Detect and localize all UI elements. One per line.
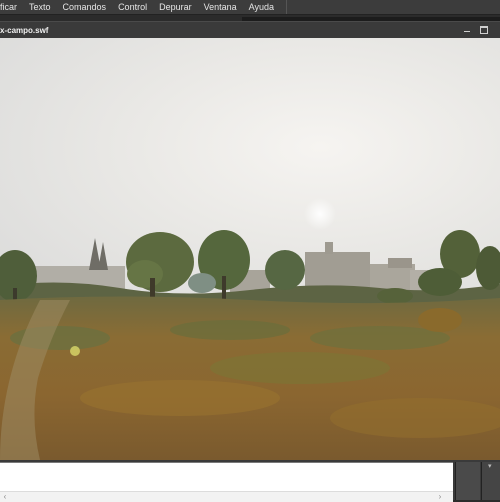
menu-texto[interactable]: Texto <box>23 0 57 14</box>
menu-modificar[interactable]: ificar <box>0 0 23 14</box>
restore-icon <box>480 26 488 34</box>
menu-ventana[interactable]: Ventana <box>198 0 243 14</box>
restore-button[interactable] <box>478 25 490 35</box>
scroll-right-icon[interactable]: › <box>435 492 445 502</box>
swf-stage[interactable] <box>0 38 500 460</box>
minimize-button[interactable] <box>461 25 473 35</box>
menu-separator <box>286 0 287 14</box>
side-panel-left[interactable] <box>455 462 480 500</box>
sun <box>304 198 336 230</box>
panel-menu-icon[interactable]: ▾ <box>488 463 496 470</box>
output-panel[interactable]: ‹ › <box>0 462 453 502</box>
document-tab-bar: x-campo.swf <box>0 21 500 39</box>
document-tab[interactable]: x-campo.swf <box>0 22 53 39</box>
menu-depurar[interactable]: Depurar <box>153 0 198 14</box>
field-photo <box>0 38 500 460</box>
menu-comandos[interactable]: Comandos <box>57 0 113 14</box>
menu-bar: ificar Texto Comandos Control Depurar Ve… <box>0 0 500 15</box>
minimize-icon <box>464 31 470 32</box>
horizontal-scrollbar[interactable]: ‹ › <box>0 491 453 502</box>
bottom-panel: ‹ › ▾ <box>0 460 500 502</box>
side-panel-right[interactable]: ▾ <box>481 462 500 500</box>
sky <box>0 38 500 298</box>
menu-ayuda[interactable]: Ayuda <box>243 0 280 14</box>
scroll-left-icon[interactable]: ‹ <box>0 492 10 502</box>
menu-control[interactable]: Control <box>112 0 153 14</box>
